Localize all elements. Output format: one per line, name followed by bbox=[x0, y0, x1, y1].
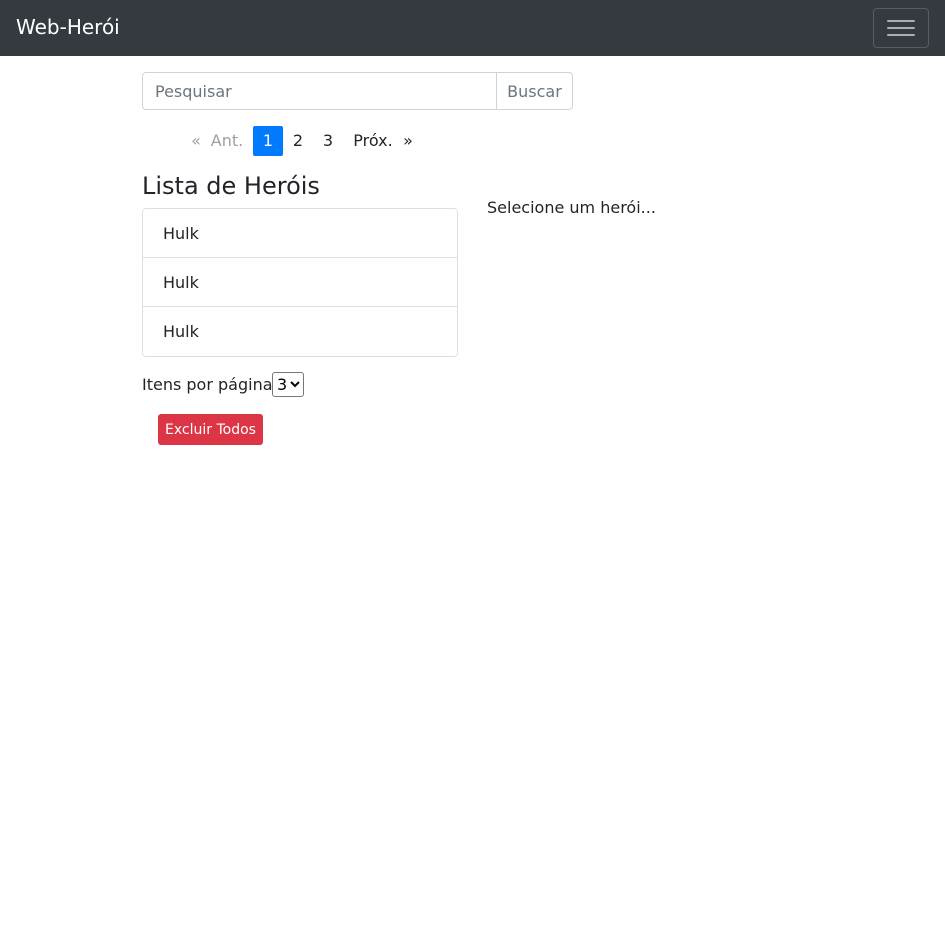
pagination-page-3[interactable]: 3 bbox=[315, 126, 341, 156]
hamburger-icon bbox=[887, 18, 915, 38]
hero-list: Hulk Hulk Hulk bbox=[142, 208, 458, 357]
pagination-page-1[interactable]: 1 bbox=[253, 126, 283, 156]
pagination-prev: Ant. bbox=[210, 131, 244, 150]
pagination-next[interactable]: Próx. bbox=[350, 126, 396, 156]
pagination-last[interactable]: » bbox=[400, 126, 416, 156]
search-button[interactable]: Buscar bbox=[496, 72, 573, 110]
hero-list-item[interactable]: Hulk bbox=[143, 307, 457, 356]
hero-detail-placeholder: Selecione um herói... bbox=[487, 198, 656, 217]
navbar: Web-Herói bbox=[0, 0, 945, 56]
items-per-page-select[interactable]: 3 bbox=[272, 372, 304, 397]
pagination-page-2[interactable]: 2 bbox=[285, 126, 311, 156]
hero-list-item[interactable]: Hulk bbox=[143, 209, 457, 258]
navbar-toggler-button[interactable] bbox=[873, 8, 929, 48]
hero-list-title: Lista de Heróis bbox=[142, 172, 320, 200]
delete-all-button[interactable]: Excluir Todos bbox=[158, 414, 263, 445]
search-input[interactable] bbox=[142, 72, 497, 110]
hero-list-item[interactable]: Hulk bbox=[143, 258, 457, 307]
pagination-first: « bbox=[191, 131, 201, 150]
items-per-page-label: Itens por página: bbox=[142, 375, 278, 394]
navbar-brand[interactable]: Web-Herói bbox=[16, 13, 120, 41]
